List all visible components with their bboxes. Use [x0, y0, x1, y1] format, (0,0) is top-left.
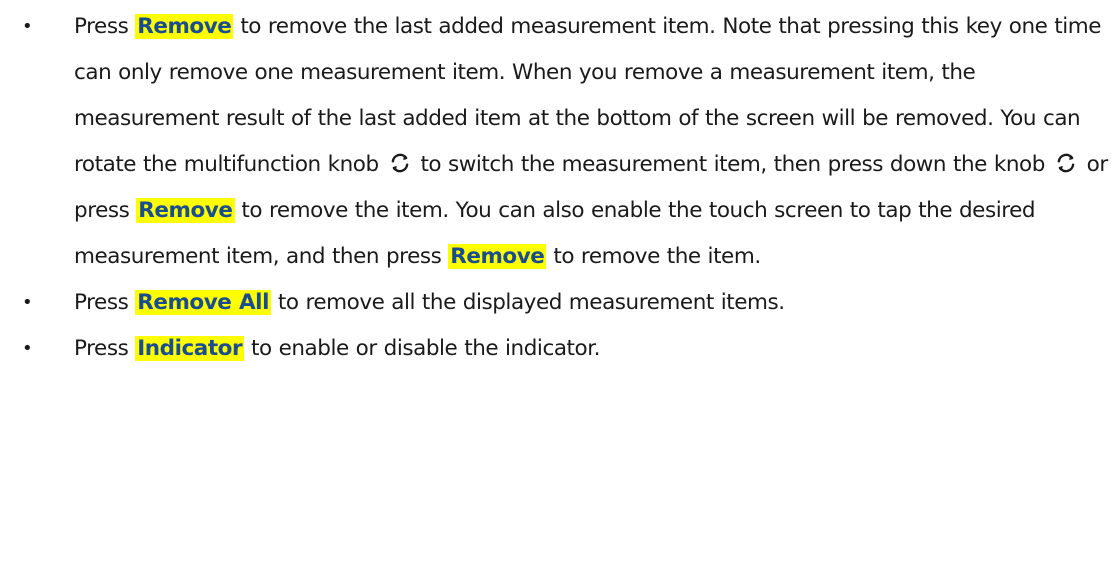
bullet-dot: •	[22, 292, 33, 313]
text-segment: to enable or disable the indicator.	[244, 336, 601, 361]
remove-key-label: Remove	[448, 244, 547, 269]
multifunction-knob-icon	[389, 152, 411, 174]
bullet-list: • Press Remove to remove the last added …	[0, 4, 1118, 372]
text-segment: to switch the measurement item, then pre…	[413, 152, 1052, 177]
list-item-remove: • Press Remove to remove the last added …	[0, 4, 1118, 280]
text-segment: Press	[74, 14, 136, 39]
list-item-remove-all: • Press Remove All to remove all the dis…	[0, 280, 1118, 326]
text-segment: to remove the item.	[546, 244, 761, 269]
remove-key-label: Remove	[135, 14, 234, 39]
list-item-indicator: • Press Indicator to enable or disable t…	[0, 326, 1118, 372]
bullet-dot: •	[22, 338, 33, 359]
bullet-dot: •	[22, 16, 33, 37]
text-segment: Press	[74, 336, 136, 361]
remove-all-key-label: Remove All	[135, 290, 271, 315]
manual-page: • Press Remove to remove the last added …	[0, 0, 1118, 575]
remove-key-label: Remove	[136, 198, 235, 223]
indicator-key-label: Indicator	[135, 336, 245, 361]
text-segment: to remove all the displayed measurement …	[271, 290, 785, 315]
multifunction-knob-icon	[1055, 152, 1077, 174]
text-segment: Press	[74, 290, 136, 315]
